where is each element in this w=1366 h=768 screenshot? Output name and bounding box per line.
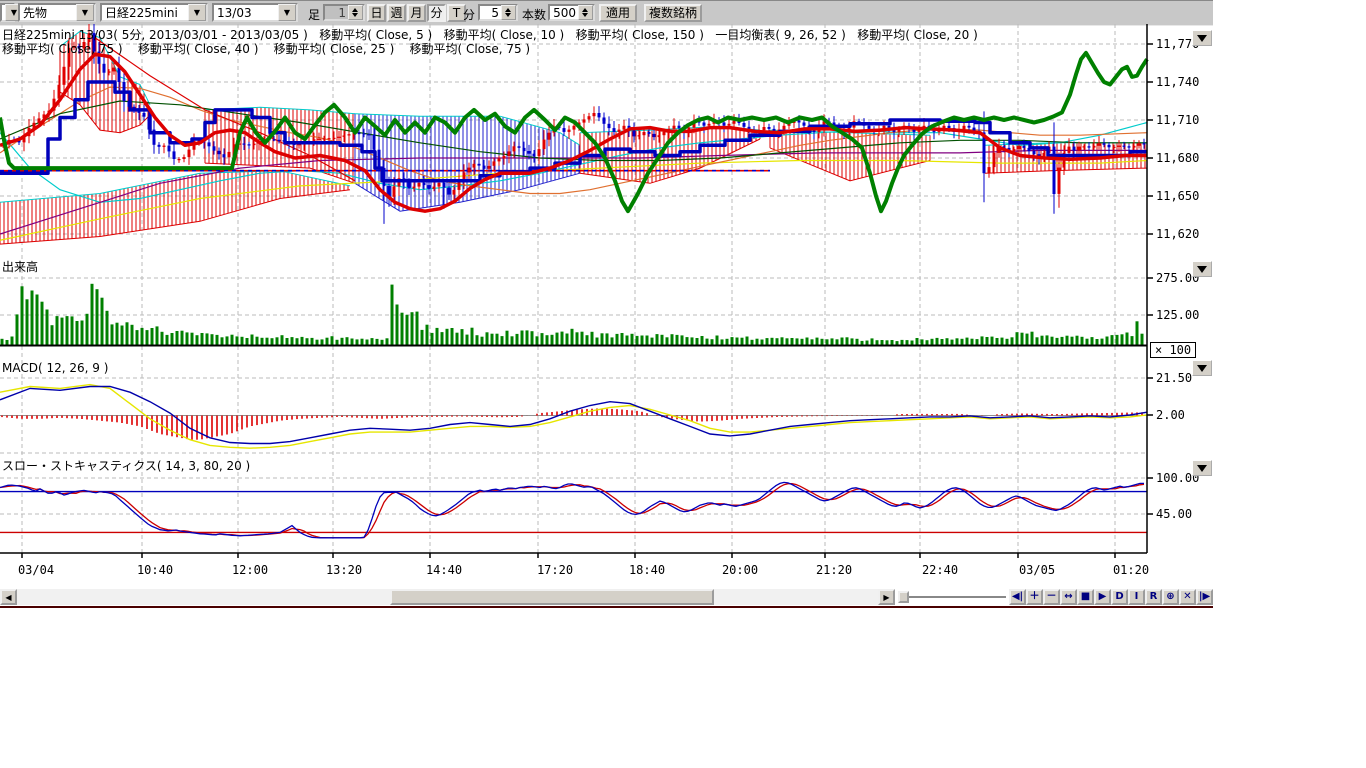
y-axis-tick-label: 11,680 xyxy=(1156,151,1199,165)
magnify-button[interactable]: ⊕ xyxy=(1162,589,1179,605)
pan-button[interactable]: ↔ xyxy=(1060,589,1077,605)
x-axis-tick-label: 14:40 xyxy=(426,563,462,577)
volume-multiplier-badge: × 100 xyxy=(1150,342,1196,358)
x-axis-tick-label: 21:20 xyxy=(816,563,852,577)
window-bottom-edge xyxy=(0,606,1213,608)
stop-button[interactable]: ■ xyxy=(1077,589,1094,605)
letter-r-button[interactable]: R xyxy=(1145,589,1162,605)
y-axis-tick-label: 11,710 xyxy=(1156,113,1199,127)
letter-i-button[interactable]: I xyxy=(1128,589,1145,605)
y-axis-tick-label: 11,650 xyxy=(1156,189,1199,203)
skip-end-button[interactable]: |▶ xyxy=(1196,589,1213,605)
chart-title-line2: 移動平均( Close, 75 ) 移動平均( Close, 40 ) 移動平均… xyxy=(2,40,530,57)
play-button[interactable]: ▶ xyxy=(1094,589,1111,605)
pane-dropdown-arrow-icon[interactable] xyxy=(1192,30,1212,46)
skip-start-button[interactable]: ◀| xyxy=(1009,589,1026,605)
zoom-in-button[interactable]: ＋ xyxy=(1026,589,1043,605)
x-axis-tick-label: 03/04 xyxy=(18,563,54,577)
zoom-slider-track[interactable] xyxy=(900,596,1006,599)
zoom-out-button[interactable]: － xyxy=(1043,589,1060,605)
x-axis-tick-label: 03/05 xyxy=(1019,563,1055,577)
y-axis-tick-label: 2.00 xyxy=(1156,408,1185,422)
scroll-right-button[interactable]: ▶ xyxy=(878,589,895,605)
chart-application-window: ▼ 先物 ▼ 日経225mini ▼ 13/03 ▼ 足 1 日週月分T 分 5… xyxy=(0,0,1366,768)
x-axis-tick-label: 12:00 xyxy=(232,563,268,577)
macd-pane-label: MACD( 12, 26, 9 ) xyxy=(2,361,108,375)
letter-d-button[interactable]: D xyxy=(1111,589,1128,605)
y-axis-tick-label: 45.00 xyxy=(1156,507,1192,521)
scrollbar-thumb[interactable] xyxy=(390,589,714,605)
y-axis-tick-label: 11,740 xyxy=(1156,75,1199,89)
chart-canvas[interactable] xyxy=(0,0,1213,620)
stochastics-pane-label: スロー・ストキャスティクス( 14, 3, 80, 20 ) xyxy=(2,457,250,474)
y-axis-tick-label: 125.00 xyxy=(1156,308,1199,322)
x-axis-tick-label: 18:40 xyxy=(629,563,665,577)
close-button[interactable]: ✕ xyxy=(1179,589,1196,605)
pane-dropdown-arrow-icon[interactable] xyxy=(1192,360,1212,376)
x-axis-tick-label: 22:40 xyxy=(922,563,958,577)
scroll-left-button[interactable]: ◀ xyxy=(0,589,17,605)
x-axis-tick-label: 20:00 xyxy=(722,563,758,577)
x-axis-tick-label: 17:20 xyxy=(537,563,573,577)
zoom-slider-thumb[interactable] xyxy=(898,591,909,603)
y-axis-tick-label: 21.50 xyxy=(1156,371,1192,385)
pane-dropdown-arrow-icon[interactable] xyxy=(1192,261,1212,277)
x-axis-tick-label: 01:20 xyxy=(1113,563,1149,577)
x-axis-tick-label: 13:20 xyxy=(326,563,362,577)
x-axis-tick-label: 10:40 xyxy=(137,563,173,577)
pane-dropdown-arrow-icon[interactable] xyxy=(1192,460,1212,476)
volume-pane-label: 出来高 xyxy=(2,258,38,275)
y-axis-tick-label: 11,620 xyxy=(1156,227,1199,241)
